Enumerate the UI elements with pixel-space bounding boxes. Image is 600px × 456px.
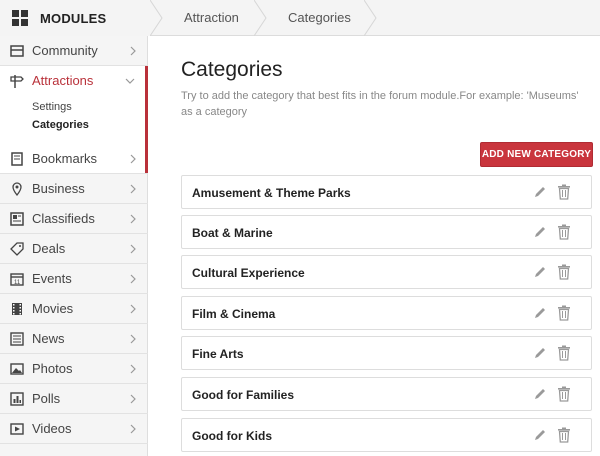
chevron-right-icon bbox=[130, 394, 136, 404]
chevron-right-icon bbox=[130, 304, 136, 314]
sidebar-item-events[interactable]: 11 Events bbox=[0, 264, 148, 294]
top-bar: MODULES Attraction Categories bbox=[0, 0, 600, 36]
video-icon bbox=[10, 422, 24, 436]
category-name: Cultural Experience bbox=[192, 266, 305, 280]
sidebar-item-label: Events bbox=[32, 271, 72, 286]
svg-text:11: 11 bbox=[14, 280, 21, 286]
chevron-right-icon bbox=[130, 274, 136, 284]
category-name: Good for Kids bbox=[192, 429, 272, 443]
chevron-right-icon bbox=[130, 46, 136, 56]
category-name: Fine Arts bbox=[192, 347, 244, 361]
photo-icon bbox=[10, 362, 24, 376]
sidebar-subitem-categories[interactable]: Categories bbox=[32, 119, 89, 131]
trash-icon[interactable] bbox=[557, 224, 571, 240]
pencil-icon[interactable] bbox=[533, 387, 547, 401]
pencil-icon[interactable] bbox=[533, 346, 547, 360]
sidebar-item-bookmarks[interactable]: Bookmarks bbox=[0, 144, 148, 174]
sidebar-item-news[interactable]: News bbox=[0, 324, 148, 354]
classifieds-icon bbox=[10, 211, 24, 226]
sidebar-item-label: News bbox=[32, 331, 65, 346]
sidebar-item-label: Community bbox=[32, 43, 98, 58]
sidebar-item-label: Deals bbox=[32, 241, 66, 256]
category-row[interactable]: Cultural Experience bbox=[181, 255, 592, 289]
sidebar-item-label: Bookmarks bbox=[32, 151, 98, 166]
sidebar-item-deals[interactable]: Deals bbox=[0, 234, 148, 264]
chevron-right-icon bbox=[130, 214, 136, 224]
sidebar-item-label: Polls bbox=[32, 391, 61, 406]
pencil-icon[interactable] bbox=[533, 185, 547, 199]
sidebar-item-label: Business bbox=[32, 181, 85, 196]
sidebar-item-label: Classifieds bbox=[32, 211, 95, 226]
chevron-right-icon bbox=[130, 154, 136, 164]
modules-menu[interactable]: MODULES bbox=[0, 0, 150, 36]
sidebar-item-label: Photos bbox=[32, 361, 73, 376]
pencil-icon[interactable] bbox=[533, 265, 547, 279]
page-title: Categories bbox=[181, 58, 283, 81]
poll-icon bbox=[10, 391, 24, 406]
sidebar-subitem-settings[interactable]: Settings bbox=[32, 101, 72, 113]
category-row[interactable]: Boat & Marine bbox=[181, 215, 592, 249]
tag-icon bbox=[10, 241, 24, 256]
sidebar-item-movies[interactable]: Movies bbox=[0, 294, 148, 324]
category-row[interactable]: Amusement & Theme Parks bbox=[181, 175, 592, 209]
pencil-icon[interactable] bbox=[533, 225, 547, 239]
sidebar-item-community[interactable]: Community bbox=[0, 36, 148, 66]
sidebar-item-business[interactable]: Business bbox=[0, 174, 148, 204]
category-name: Amusement & Theme Parks bbox=[192, 186, 351, 200]
chevron-right-icon bbox=[130, 334, 136, 344]
breadcrumb-separator-icon bbox=[150, 0, 163, 36]
sidebar-item-label: Videos bbox=[32, 421, 72, 436]
grid-icon bbox=[12, 10, 28, 26]
map-pin-icon bbox=[10, 181, 24, 196]
pencil-icon[interactable] bbox=[533, 306, 547, 320]
sidebar-item-polls[interactable]: Polls bbox=[0, 384, 148, 414]
main-content: Categories Try to add the category that … bbox=[148, 36, 600, 456]
category-row[interactable]: Film & Cinema bbox=[181, 296, 592, 330]
sidebar-item-label: Movies bbox=[32, 301, 74, 316]
breadcrumb-separator-icon bbox=[254, 0, 267, 36]
category-row[interactable]: Good for Families bbox=[181, 377, 592, 411]
breadcrumb-separator-icon bbox=[364, 0, 377, 36]
category-name: Good for Families bbox=[192, 388, 295, 402]
chevron-down-icon bbox=[125, 78, 135, 84]
category-name: Boat & Marine bbox=[192, 226, 273, 240]
sidebar-item-photos[interactable]: Photos bbox=[0, 354, 148, 384]
trash-icon[interactable] bbox=[557, 386, 571, 402]
category-name: Film & Cinema bbox=[192, 307, 276, 321]
sidebar-item-videos[interactable]: Videos bbox=[0, 414, 148, 444]
calendar-icon: 11 bbox=[10, 272, 24, 286]
newspaper-icon bbox=[10, 331, 24, 346]
signpost-icon bbox=[10, 74, 24, 88]
category-row[interactable]: Good for Kids bbox=[181, 418, 592, 452]
chevron-right-icon bbox=[130, 364, 136, 374]
trash-icon[interactable] bbox=[557, 264, 571, 280]
breadcrumb-categories[interactable]: Categories bbox=[288, 0, 351, 36]
sidebar-item-classifieds[interactable]: Classifieds bbox=[0, 204, 148, 234]
chevron-right-icon bbox=[130, 184, 136, 194]
film-icon bbox=[10, 302, 24, 316]
trash-icon[interactable] bbox=[557, 345, 571, 361]
page-description: Try to add the category that best fits i… bbox=[181, 90, 579, 118]
trash-icon[interactable] bbox=[557, 184, 571, 200]
trash-icon[interactable] bbox=[557, 305, 571, 321]
trash-icon[interactable] bbox=[557, 427, 571, 443]
chevron-right-icon bbox=[130, 424, 136, 434]
modules-label: MODULES bbox=[40, 10, 107, 26]
chevron-right-icon bbox=[130, 244, 136, 254]
pencil-icon[interactable] bbox=[533, 428, 547, 442]
category-row[interactable]: Fine Arts bbox=[181, 336, 592, 370]
sidebar-item-label: Attractions bbox=[32, 73, 94, 88]
add-new-category-button[interactable]: ADD NEW CATEGORY bbox=[480, 142, 593, 167]
community-icon bbox=[10, 44, 24, 58]
bookmark-icon bbox=[10, 151, 24, 166]
breadcrumb-attraction[interactable]: Attraction bbox=[184, 0, 239, 36]
sidebar: Community Attractions Settings Categorie… bbox=[0, 36, 148, 456]
